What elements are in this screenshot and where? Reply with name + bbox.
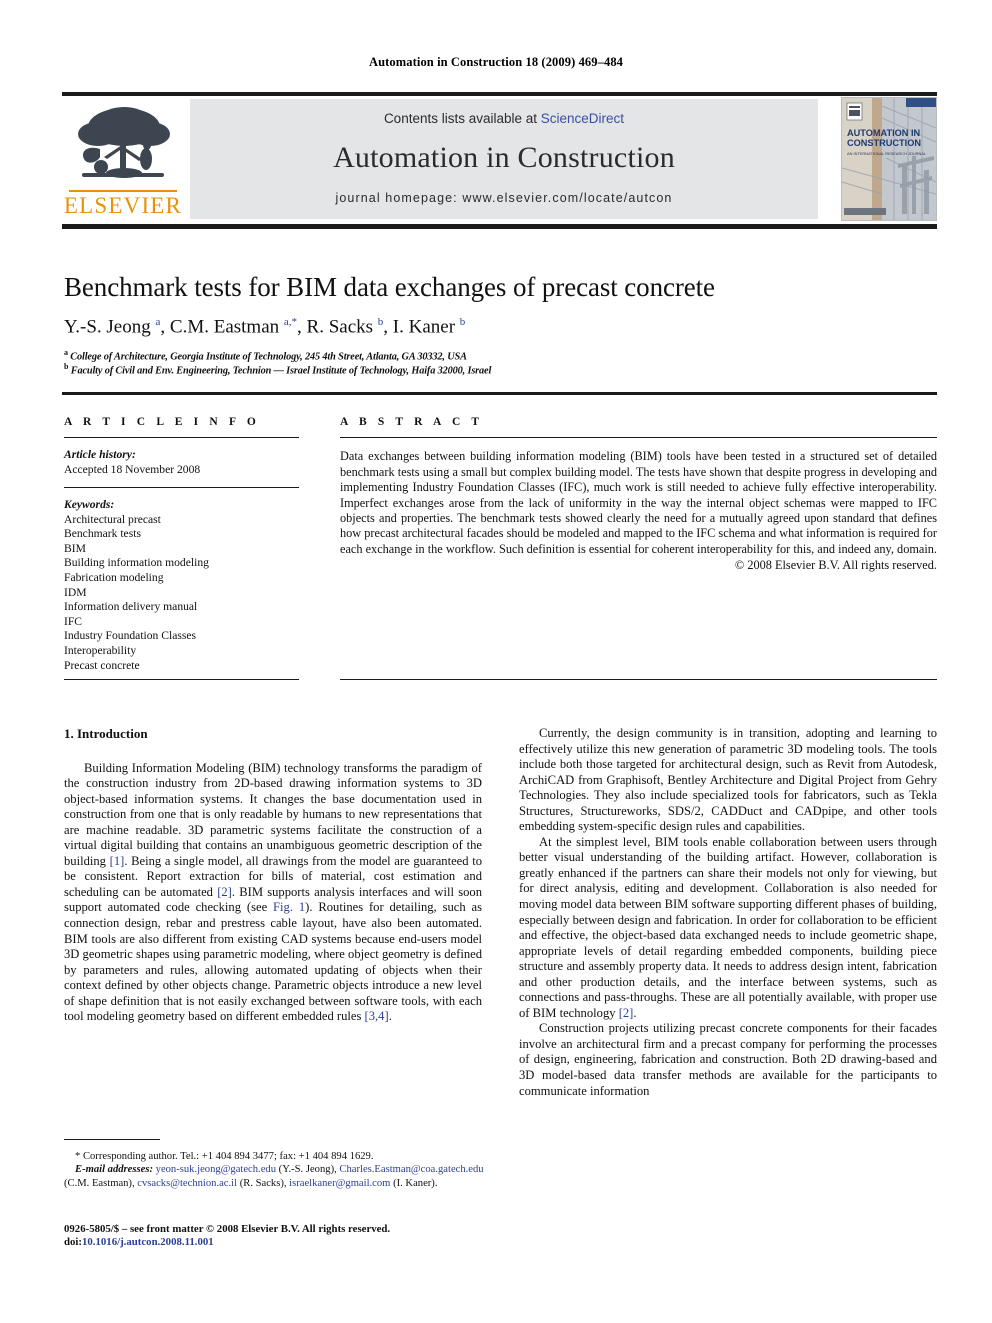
svg-text:AN INTERNATIONAL RESEARCH JOUR: AN INTERNATIONAL RESEARCH JOURNAL [847,151,927,156]
body-paragraph: Currently, the design community is in tr… [519,726,937,834]
doi-value[interactable]: 10.1016/j.autcon.2008.11.001 [82,1236,214,1248]
abstract-copyright: © 2008 Elsevier B.V. All rights reserved… [734,558,937,573]
keywords-label: Keywords: [64,497,115,511]
abstract-heading: A B S T R A C T [340,416,484,428]
elsevier-logo: ELSEVIER [62,97,184,221]
keyword-item: Precast concrete [64,658,140,672]
article-history-label: Article history: [64,448,136,462]
citation-ref[interactable]: [1] [110,854,125,868]
doi-line: doi:10.1016/j.autcon.2008.11.001 [64,1236,494,1249]
affiliation-a: a College of Architecture, Georgia Insti… [64,348,467,363]
imprint-block: 0926-5805/$ – see front matter © 2008 El… [64,1223,494,1250]
journal-band: Contents lists available at ScienceDirec… [190,99,818,219]
info-section-top-rule [62,392,937,395]
elsevier-tree-icon [78,107,170,178]
email-person: (C.M. Eastman), [64,1177,135,1189]
citation-ref[interactable]: [2] [619,1006,634,1020]
email-label: E-mail addresses: [75,1164,153,1176]
page-title: Benchmark tests for BIM data exchanges o… [64,272,715,302]
cover-artwork-icon: AUTOMATION IN CONSTRUCTION AN INTERNATIO… [842,98,936,220]
contents-prefix: Contents lists available at [383,111,541,126]
abstract-text: Data exchanges between building informat… [340,449,938,556]
citation-ref[interactable]: [2] [217,885,232,899]
abstract-bottom-rule [340,679,937,681]
elsevier-underline [69,190,177,192]
citation-ref[interactable]: [3,4] [365,1009,389,1023]
article-info-column: A R T I C L E I N F O Article history: A… [64,416,299,673]
journal-title: Automation in Construction [333,141,675,174]
keywords-block: Keywords: Architectural precast Benchmark… [64,488,299,673]
keyword-item: Interoperability [64,643,137,657]
contents-line: Contents lists available at ScienceDirec… [190,111,818,126]
keyword-item: Building information modeling [64,556,209,570]
email-address[interactable]: cvsacks@technion.ac.il [137,1178,237,1189]
email-person: (R. Sacks), [239,1177,287,1189]
journal-cover-thumbnail: AUTOMATION IN CONSTRUCTION AN INTERNATIO… [841,97,937,221]
keyword-item: Architectural precast [64,512,161,526]
footnote-rule [64,1139,160,1141]
journal-masthead: ELSEVIER Contents lists available at Sci… [62,97,937,221]
keyword-item: IFC [64,614,83,628]
body-column-right: Currently, the design community is in tr… [519,726,937,1099]
article-history: Article history: Accepted 18 November 20… [64,438,299,477]
masthead-bottom-rule [62,224,937,229]
email-person: (I. Kaner). [393,1177,438,1189]
keyword-item: Fabrication modeling [64,570,164,584]
section-heading-introduction: 1. Introduction [64,726,148,741]
keyword-item: IDM [64,585,87,599]
affiliation-a-text: College of Architecture, Georgia Institu… [70,351,467,363]
article-history-value: Accepted 18 November 2008 [64,462,201,476]
body-column-left: 1. Introduction Building Information Mod… [64,726,482,1025]
journal-article-page: Automation in Construction 18 (2009) 469… [0,0,992,1323]
left-paragraphs: Building Information Modeling (BIM) tech… [64,761,482,1025]
corresponding-author-note: * Corresponding author. Tel.: +1 404 894… [75,1151,374,1162]
keywords-list: Architectural precast Benchmark tests BIM B… [64,513,299,674]
affiliation-b-text: Faculty of Civil and Env. Engineering, T… [70,365,492,377]
email-address[interactable]: israelkaner@gmail.com [289,1178,390,1189]
figure-ref[interactable]: Fig. 1 [273,900,305,914]
email-address[interactable]: yeon-suk.jeong@gatech.edu [156,1164,276,1175]
body-paragraph: Construction projects utilizing precast … [519,1021,937,1098]
footnote-block: * Corresponding author. Tel.: +1 404 894… [64,1150,494,1190]
keyword-item: BIM [64,541,86,555]
sciencedirect-link[interactable]: ScienceDirect [541,111,624,126]
right-paragraphs: Currently, the design community is in tr… [519,726,937,1099]
keyword-item: Industry Foundation Classes [64,629,197,643]
keyword-item: Benchmark tests [64,527,141,541]
keyword-item: Information delivery manual [64,600,198,614]
doi-label: doi: [64,1236,82,1249]
article-info-bottom-rule [64,679,299,681]
masthead-top-rule [62,92,937,96]
author-list: Y.-S. Jeong a, C.M. Eastman a,*, R. Sack… [64,316,466,338]
running-head: Automation in Construction 18 (2009) 469… [368,55,624,69]
issn-copyright-line: 0926-5805/$ – see front matter © 2008 El… [64,1223,391,1235]
journal-homepage[interactable]: journal homepage: www.elsevier.com/locat… [190,191,818,205]
abstract-column: A B S T R A C T Data exchanges between b… [340,416,937,573]
email-address[interactable]: Charles.Eastman@coa.gatech.edu [339,1164,483,1175]
affiliation-b: b Faculty of Civil and Env. Engineering,… [64,362,492,377]
article-info-heading: A R T I C L E I N F O [64,416,260,428]
email-person: (Y.-S. Jeong), [278,1164,337,1176]
email-addresses-line: E-mail addresses: yeon-suk.jeong@gatech.… [64,1163,494,1190]
body-paragraph: Building Information Modeling (BIM) tech… [64,760,482,1024]
svg-text:AUTOMATION IN: AUTOMATION IN [847,128,921,138]
body-paragraph: At the simplest level, BIM tools enable … [519,834,937,1020]
elsevier-wordmark: ELSEVIER [63,193,183,218]
svg-text:CONSTRUCTION: CONSTRUCTION [847,138,921,148]
